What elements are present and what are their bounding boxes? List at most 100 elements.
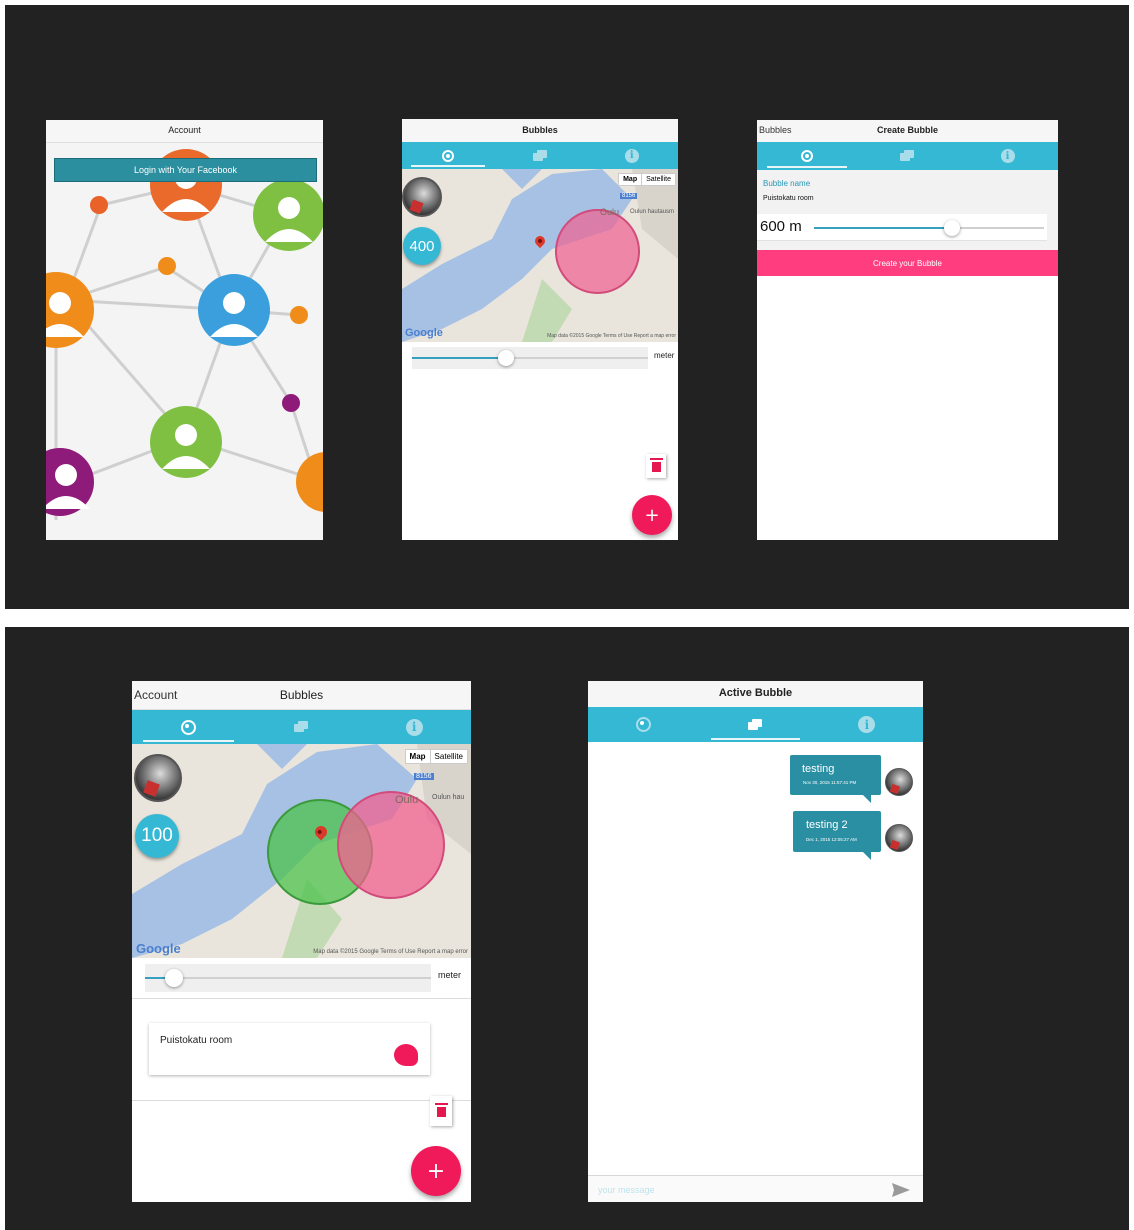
slider-unit: meter [438, 970, 462, 980]
add-bubble-button[interactable]: + [632, 495, 672, 535]
radio-icon [801, 150, 814, 162]
create-bubble-button[interactable]: Create your Bubble [757, 250, 1058, 276]
chat-icon [748, 718, 763, 731]
info-icon: i [1000, 149, 1015, 163]
place-label-2: Oulun hau [432, 794, 465, 801]
tab-bar: i [402, 142, 678, 169]
map-type-map[interactable]: Map [406, 750, 431, 763]
active-bubble-screen: Active Bubble i testing Nov 30, 2015 11:… [588, 681, 923, 1202]
radius-slider[interactable] [145, 977, 431, 979]
map-view[interactable]: Oulu Oulun hautausm 8156 Map Satellite G… [402, 169, 678, 342]
user-avatar[interactable] [402, 177, 442, 217]
tab-info[interactable]: i [358, 710, 471, 744]
room-card[interactable]: Puistokatu room [149, 1023, 430, 1075]
user-avatar[interactable] [134, 754, 182, 802]
account-screen: Account Login with Your Facebook [46, 120, 323, 540]
map-type-toggle[interactable]: Map Satellite [404, 749, 468, 764]
radio-icon [636, 717, 652, 732]
slider-row [145, 964, 431, 992]
facebook-login-button[interactable]: Login with Your Facebook [54, 158, 317, 182]
radius-count-badge: 100 [135, 814, 179, 858]
bubble-name-label: Bubble name [763, 179, 811, 188]
info-icon: i [405, 718, 423, 736]
radius-slider[interactable] [412, 357, 648, 359]
network-illustration [46, 149, 323, 520]
message-avatar [885, 768, 913, 796]
divider [132, 998, 471, 999]
bubbles-header: Account Bubbles [132, 681, 471, 710]
slider-knob[interactable] [164, 969, 183, 987]
radio-icon [441, 149, 454, 162]
map-type-map[interactable]: Map [619, 174, 643, 185]
radius-slider[interactable] [814, 227, 1044, 229]
radius-row: 600 m [757, 214, 1047, 241]
message-bubble: testing Nov 30, 2015 11:57:41 PM [790, 755, 881, 803]
message-bubble: testing 2 Dec 1, 2015 12:05:27 AM [793, 811, 881, 860]
tab-bar: i [588, 707, 923, 742]
tab-chat[interactable] [245, 710, 358, 744]
account-header: Account [46, 120, 323, 143]
place-label-2: Oulun hautausm [630, 209, 675, 215]
tab-bubbles[interactable] [402, 142, 494, 169]
create-header: Bubbles Create Bubble [757, 120, 1058, 143]
trash-icon [649, 458, 663, 472]
delete-button[interactable] [430, 1096, 452, 1126]
message-input[interactable]: your message [598, 1185, 655, 1195]
bubbles-room-screen: Account Bubbles i Oulu Oulun hau 8156 Ma… [132, 681, 471, 1202]
tab-chat[interactable] [494, 142, 586, 169]
slider-fill [412, 357, 507, 359]
create-bubble-screen: Bubbles Create Bubble i Bubble name Puis… [757, 120, 1058, 540]
place-label: Oulu [395, 794, 419, 806]
tab-bubbles[interactable] [588, 707, 700, 742]
add-bubble-button[interactable]: + [411, 1146, 461, 1196]
message-text: testing [802, 763, 835, 775]
send-icon[interactable] [892, 1183, 910, 1197]
road-badge: 8156 [620, 193, 638, 199]
map-type-satellite[interactable]: Satellite [431, 750, 467, 763]
message-text: testing 2 [806, 819, 848, 831]
map-type-satellite[interactable]: Satellite [642, 174, 675, 185]
tab-bubbles[interactable] [757, 142, 857, 170]
chat-icon [900, 150, 915, 162]
chat-icon [294, 721, 309, 733]
divider [132, 1100, 471, 1101]
tab-info[interactable]: i [586, 142, 678, 169]
tab-bar: i [132, 710, 471, 744]
bubbles-header: Bubbles [402, 119, 678, 143]
slider-fill [814, 227, 952, 229]
radius-circle [555, 209, 640, 294]
google-logo: Google [136, 941, 181, 956]
tab-info[interactable]: i [811, 707, 923, 742]
slider-knob[interactable] [498, 350, 515, 366]
place-label: Oulu [600, 207, 620, 217]
tab-info[interactable]: i [957, 142, 1057, 170]
tab-chat[interactable] [700, 707, 812, 742]
slider-unit: meter [654, 351, 675, 360]
chat-bubble-icon[interactable] [394, 1044, 418, 1066]
bubble-name-input[interactable]: Puistokatu room [763, 195, 1048, 202]
page-title: Account [168, 125, 201, 135]
map-view[interactable]: Oulu Oulun hau 8156 Map Satellite Google… [132, 744, 471, 958]
trash-icon [434, 1103, 448, 1117]
slider-knob[interactable] [944, 220, 960, 236]
message-avatar [885, 824, 913, 852]
map-type-toggle[interactable]: Map Satellite [618, 173, 676, 186]
radio-icon [180, 719, 196, 735]
tab-bubbles[interactable] [132, 710, 245, 744]
bubbles-screen: Bubbles i Oulu Oulun hautausm 8156 Map S… [402, 119, 678, 540]
map-attribution[interactable]: Map data ©2015 Google Terms of Use Repor… [313, 949, 468, 955]
page-title: Bubbles [522, 125, 558, 135]
road-badge: 8156 [414, 773, 434, 780]
message-time: Dec 1, 2015 12:05:27 AM [806, 837, 857, 842]
delete-button[interactable] [646, 454, 666, 478]
map-attribution[interactable]: Map data ©2015 Google Terms of Use Repor… [547, 333, 676, 339]
info-icon: i [858, 716, 876, 733]
tab-bar: i [757, 142, 1058, 170]
chat-icon [532, 149, 547, 162]
radius-circle-pink [337, 791, 445, 899]
active-header: Active Bubble [588, 681, 923, 708]
slider-row [412, 347, 648, 369]
tab-chat[interactable] [857, 142, 957, 170]
page-title: Active Bubble [718, 687, 793, 699]
radius-count-badge: 400 [403, 227, 441, 265]
